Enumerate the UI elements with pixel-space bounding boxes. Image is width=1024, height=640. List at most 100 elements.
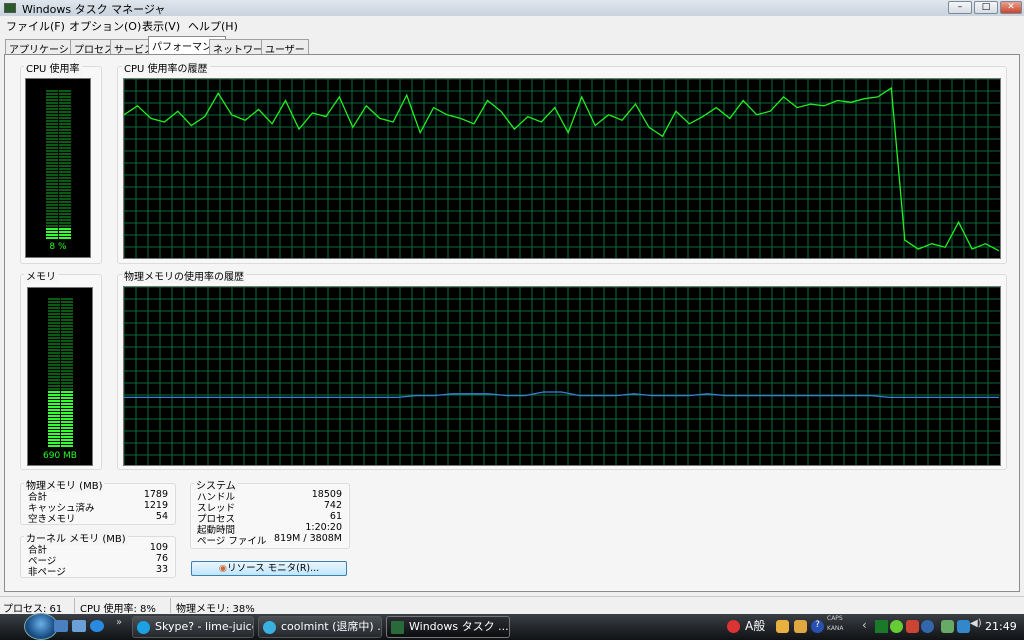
meter-segment xyxy=(59,141,71,143)
meter-segment xyxy=(59,138,71,140)
meter-segment xyxy=(46,102,58,104)
quicklaunch-overflow[interactable]: » xyxy=(116,617,122,628)
meter-segment xyxy=(48,361,60,363)
meter-segment-lit xyxy=(48,424,60,426)
show-desktop-icon[interactable] xyxy=(54,620,68,632)
meter-segment xyxy=(46,117,58,119)
meter-segment xyxy=(61,376,73,378)
meter-segment xyxy=(46,204,58,206)
physical-total-value: 1789 xyxy=(143,489,168,500)
meter-segment-lit xyxy=(61,424,73,426)
ime-dictionary-icon[interactable] xyxy=(776,620,789,633)
meter-segment-lit xyxy=(48,436,60,438)
meter-segment xyxy=(61,388,73,390)
meter-segment xyxy=(46,105,58,107)
window-title: Windows タスク マネージャ xyxy=(22,3,166,16)
help-icon[interactable]: ? xyxy=(811,620,824,633)
meter-segment xyxy=(48,355,60,357)
meter-segment-lit xyxy=(61,427,73,429)
meter-segment xyxy=(46,135,58,137)
meter-segment xyxy=(61,298,73,300)
maximize-button[interactable]: □ xyxy=(974,1,998,14)
meter-segment xyxy=(61,316,73,318)
meter-segment xyxy=(59,225,71,227)
cpu-history-svg xyxy=(124,79,1000,258)
app-a-icon[interactable] xyxy=(921,620,934,633)
meter-segment xyxy=(48,340,60,342)
show-hidden-icons[interactable]: ‹ xyxy=(862,618,867,632)
menu-options[interactable]: オプション(O) xyxy=(69,18,141,34)
cpu-meter-value: 8 % xyxy=(49,242,67,252)
volume-icon[interactable]: ◀) xyxy=(970,618,982,629)
meter-segment xyxy=(48,301,60,303)
meter-segment-lit xyxy=(48,391,60,393)
meter-segment-lit xyxy=(48,394,60,396)
meter-segment xyxy=(46,219,58,221)
title-bar: Windows タスク マネージャ – □ ✕ xyxy=(0,0,1024,16)
meter-segment xyxy=(46,195,58,197)
task-manager-tray-icon[interactable] xyxy=(875,620,888,633)
taskbar-item-coolmint[interactable]: coolmint (退席中) ... xyxy=(258,616,382,638)
meter-segment xyxy=(46,183,58,185)
meter-segment xyxy=(48,376,60,378)
taskbar-item-task-manager[interactable]: Windows タスク ... xyxy=(386,616,510,638)
system-pagefile-label: ページ ファイル xyxy=(197,536,267,547)
messenger-icon xyxy=(263,621,276,634)
security-tray-icon[interactable] xyxy=(727,620,740,633)
switch-windows-icon[interactable] xyxy=(72,620,86,632)
resource-monitor-button[interactable]: ◉リソース モニタ(R)... xyxy=(191,561,347,576)
meter-segment xyxy=(59,99,71,101)
network-icon[interactable] xyxy=(957,620,970,633)
meter-segment xyxy=(46,222,58,224)
meter-segment-lit xyxy=(59,237,71,239)
speaker-app-icon[interactable] xyxy=(906,620,919,633)
meter-segment xyxy=(46,132,58,134)
meter-segment xyxy=(48,319,60,321)
meter-segment xyxy=(59,156,71,158)
ime-tool-icon[interactable] xyxy=(794,620,807,633)
meter-segment xyxy=(61,313,73,315)
meter-segment xyxy=(46,108,58,110)
power-icon[interactable] xyxy=(941,620,954,633)
meter-segment xyxy=(61,352,73,354)
tab-users[interactable]: ユーザー xyxy=(261,39,309,56)
minimize-button[interactable]: – xyxy=(948,1,972,14)
menu-view[interactable]: 表示(V) xyxy=(142,18,180,34)
meter-segment xyxy=(48,358,60,360)
internet-explorer-icon[interactable] xyxy=(90,620,104,632)
meter-segment xyxy=(59,189,71,191)
meter-segment xyxy=(46,120,58,122)
menu-bar: ファイル(F) オプション(O) 表示(V) ヘルプ(H) xyxy=(0,16,1024,34)
meter-segment xyxy=(59,192,71,194)
menu-help[interactable]: ヘルプ(H) xyxy=(188,18,238,34)
app-tray-icon[interactable] xyxy=(890,620,903,633)
menu-file[interactable]: ファイル(F) xyxy=(6,18,65,34)
meter-segment xyxy=(46,213,58,215)
ime-mode[interactable]: A般 xyxy=(745,617,765,634)
close-button[interactable]: ✕ xyxy=(1000,1,1022,14)
meter-segment xyxy=(59,159,71,161)
meter-segment-lit xyxy=(48,418,60,420)
meter-segment-lit xyxy=(48,415,60,417)
taskbar-item-skype[interactable]: Skype? - lime-juice xyxy=(132,616,254,638)
start-button[interactable] xyxy=(24,613,58,640)
meter-segment xyxy=(61,334,73,336)
meter-segment xyxy=(59,117,71,119)
clock[interactable]: 21:49 xyxy=(985,620,1017,633)
meter-segment xyxy=(46,165,58,167)
meter-segment xyxy=(48,385,60,387)
meter-segment xyxy=(59,222,71,224)
meter-segment xyxy=(61,385,73,387)
meter-segment-lit xyxy=(59,234,71,236)
meter-segment xyxy=(59,219,71,221)
meter-segment xyxy=(59,195,71,197)
meter-segment xyxy=(46,198,58,200)
meter-segment-lit xyxy=(61,415,73,417)
meter-segment xyxy=(59,132,71,134)
memory-meter: 690 MB xyxy=(27,287,93,466)
meter-segment xyxy=(48,328,60,330)
kernel-nonpaged-value: 33 xyxy=(155,564,168,575)
meter-segment-lit xyxy=(48,427,60,429)
system-handles-value: 18509 xyxy=(311,489,342,500)
resource-monitor-label: リソース モニタ(R)... xyxy=(227,563,320,574)
